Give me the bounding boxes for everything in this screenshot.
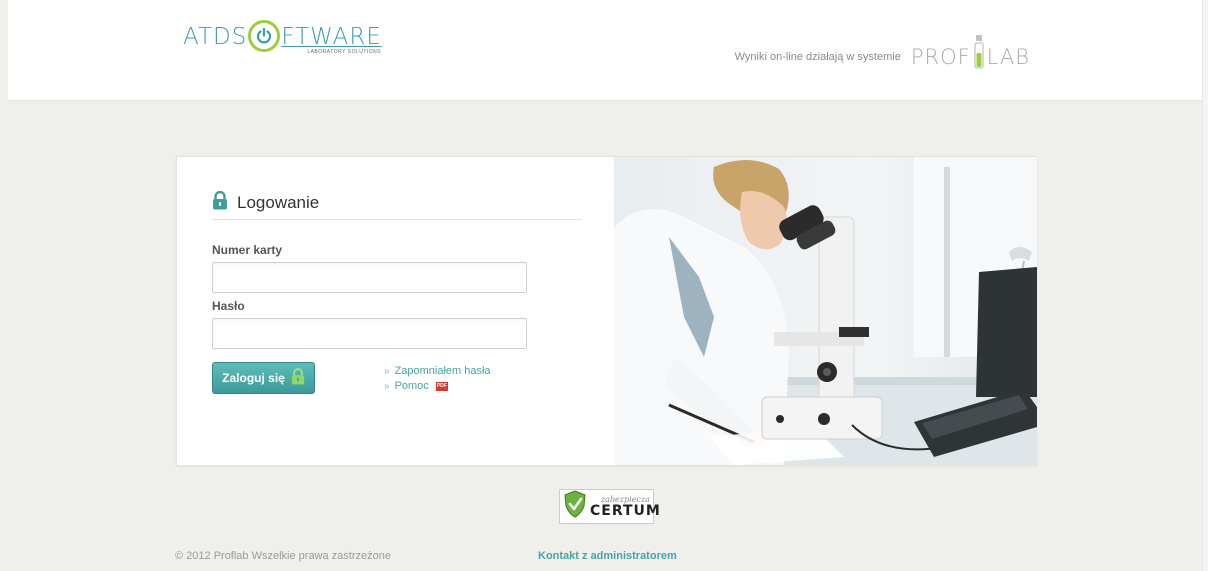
test-tube-icon [974, 35, 984, 69]
power-icon [248, 20, 281, 52]
proflab-prefix: PROF [910, 45, 971, 69]
lock-icon [212, 190, 228, 215]
page-header: ATDS FTWARE LABORATORY SOLUTIONS Wyniki … [8, 0, 1202, 101]
logo-tagline: LABORATORY SOLUTIONS [307, 49, 382, 55]
powered-text: Wyniki on-line działają w systemie [734, 51, 901, 63]
login-form: Logowanie Numer karty Hasło Zaloguj się … [177, 157, 614, 465]
proflab-suffix: LAB [986, 45, 1030, 69]
lock-icon [291, 368, 305, 388]
pdf-icon: PDF [435, 382, 448, 391]
copyright-text: © 2012 Proflab Wszelkie prawa zastrzeżon… [175, 550, 391, 562]
link-bullet: » [384, 366, 390, 377]
card-number-label: Numer karty [212, 243, 283, 257]
login-button-label: Zaloguj się [222, 371, 285, 385]
forgot-password-link[interactable]: » Zapomniałem hasła [384, 364, 491, 379]
login-card: Logowanie Numer karty Hasło Zaloguj się … [176, 156, 1037, 466]
forgot-password-text: Zapomniałem hasła [394, 365, 491, 377]
help-link[interactable]: » Pomoc PDF [384, 379, 491, 394]
powered-by: Wyniki on-line działają w systemie PROF … [734, 35, 1030, 69]
link-bullet: » [384, 381, 390, 392]
certum-shield-icon [563, 490, 587, 523]
laboratory-photo [614, 157, 1037, 465]
help-links: » Zapomniałem hasła » Pomoc PDF [384, 364, 491, 394]
help-text: Pomoc [394, 380, 429, 392]
proflab-logo: PROF LAB [910, 35, 1030, 69]
logo-prefix: ATDS [183, 24, 248, 50]
certum-big-text: CERTUM [590, 503, 661, 519]
login-button[interactable]: Zaloguj się [212, 362, 315, 394]
logo-suffix: FTWARE [281, 24, 382, 50]
login-heading: Logowanie [212, 187, 582, 220]
vertical-scrollbar[interactable] [1202, 0, 1208, 571]
certum-badge[interactable]: zabezpiecza CERTUM [559, 489, 660, 524]
contact-admin-link[interactable]: Kontakt z administratorem [538, 550, 677, 562]
password-input[interactable] [212, 318, 527, 349]
login-title: Logowanie [237, 193, 320, 212]
atdsoftware-logo[interactable]: ATDS FTWARE LABORATORY SOLUTIONS [183, 20, 382, 66]
card-number-input[interactable] [212, 262, 527, 293]
password-label: Hasło [212, 299, 245, 313]
